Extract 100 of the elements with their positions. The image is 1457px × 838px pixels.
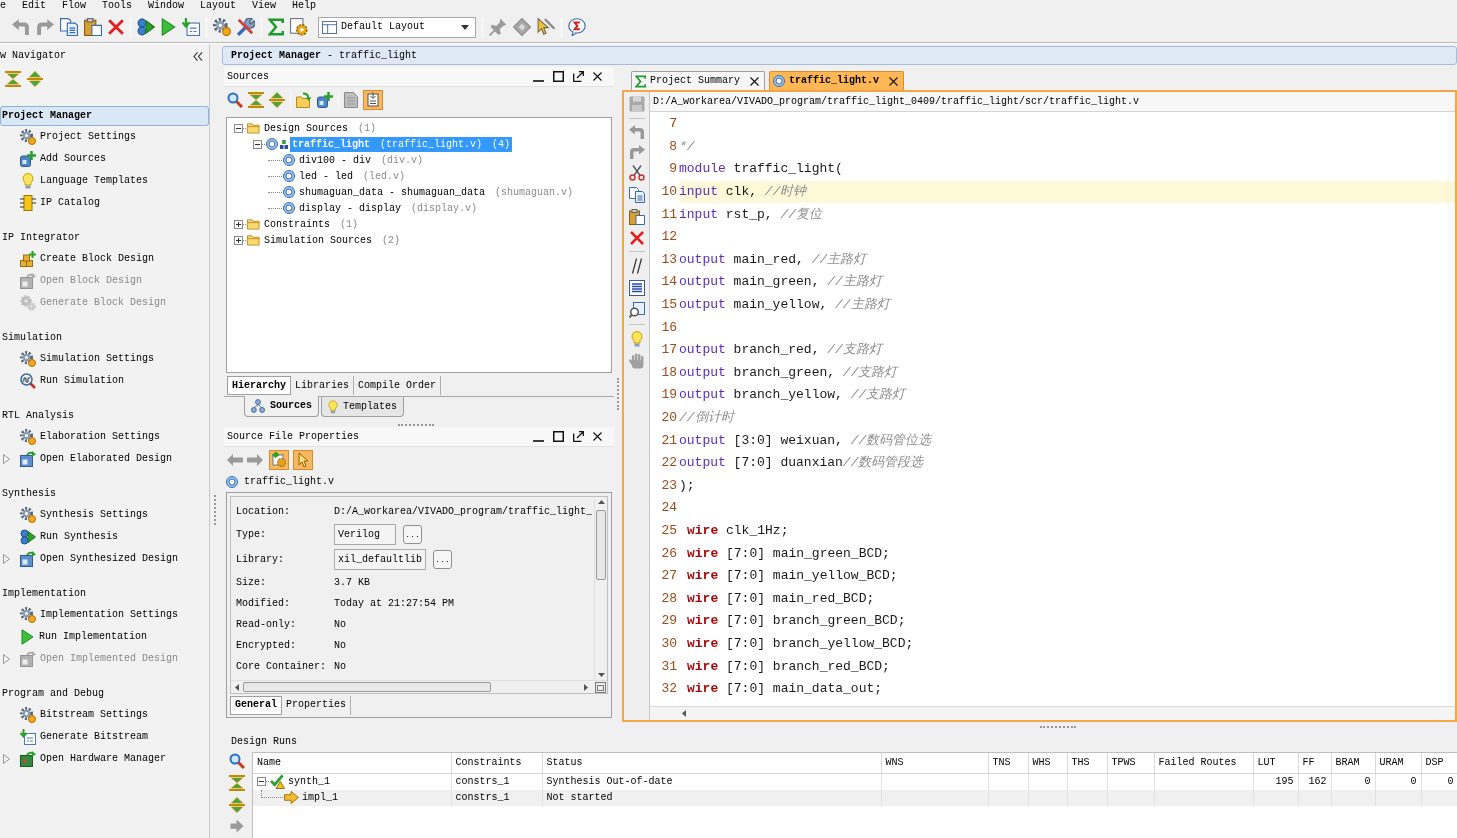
- arrow-right-icon[interactable]: [584, 683, 588, 691]
- nav-item[interactable]: Open Synthesized Design: [40, 553, 179, 565]
- scrollbar[interactable]: [594, 497, 607, 680]
- plus-box-icon[interactable]: [234, 219, 243, 229]
- section-header[interactable]: Project Manager: [0, 106, 209, 126]
- copy-icon[interactable]: [628, 187, 645, 203]
- browse-button[interactable]: ...: [403, 525, 422, 544]
- column-header[interactable]: TNS: [988, 753, 1028, 773]
- browse-button[interactable]: ...: [433, 550, 452, 569]
- resize-corner-icon[interactable]: [595, 681, 606, 693]
- scrollbar[interactable]: [650, 706, 1455, 720]
- column-header[interactable]: BRAM: [1331, 753, 1375, 773]
- add-file-icon[interactable]: [317, 92, 333, 108]
- collapse-all-icon[interactable]: [248, 92, 264, 108]
- play-icon[interactable]: [161, 18, 176, 36]
- folder-arrow-icon[interactable]: [296, 92, 312, 108]
- nav-item[interactable]: Add Sources: [40, 153, 106, 165]
- undo-icon[interactable]: [12, 19, 30, 35]
- section-header[interactable]: RTL Analysis: [0, 406, 209, 426]
- menu-item[interactable]: Layout: [200, 0, 237, 11]
- menu-item[interactable]: Help: [292, 0, 317, 11]
- expand-arrow-icon[interactable]: [3, 554, 10, 564]
- gear-document-icon[interactable]: [290, 18, 308, 36]
- menu-item[interactable]: Tools: [102, 0, 133, 11]
- pointer-icon[interactable]: [293, 449, 313, 470]
- undo-icon[interactable]: [628, 125, 645, 139]
- column-header[interactable]: FF: [1298, 753, 1331, 773]
- comment-slashes-icon[interactable]: [631, 258, 642, 274]
- redo-icon[interactable]: [36, 19, 54, 35]
- plus-box-icon[interactable]: [234, 235, 243, 245]
- paste-icon[interactable]: [628, 209, 645, 225]
- tools-icon[interactable]: [237, 18, 255, 36]
- tree-item[interactable]: display - display (display.v): [297, 200, 480, 216]
- sigma-icon[interactable]: [268, 18, 284, 36]
- scrollbar-thumb[interactable]: [243, 682, 491, 692]
- nav-item[interactable]: Project Settings: [40, 131, 136, 143]
- section-header[interactable]: Synthesis: [0, 484, 209, 504]
- column-header[interactable]: Constraints: [451, 753, 542, 773]
- column-header[interactable]: LUT: [1253, 753, 1298, 773]
- pointer-icon[interactable]: [537, 18, 555, 36]
- scrollbar-thumb[interactable]: [596, 510, 606, 580]
- minus-box-icon[interactable]: [234, 123, 243, 133]
- expand-all-icon[interactable]: [27, 71, 43, 87]
- nav-item[interactable]: Run Synthesis: [40, 531, 118, 543]
- tab[interactable]: Hierarchy: [227, 376, 291, 395]
- close-icon[interactable]: [593, 72, 602, 81]
- collapse-all-icon[interactable]: [5, 71, 21, 87]
- input-field[interactable]: xil_defaultlib: [334, 549, 426, 570]
- resize-handle[interactable]: [214, 495, 216, 525]
- nav-item[interactable]: Implementation Settings: [40, 609, 179, 621]
- document-icon[interactable]: [344, 92, 358, 108]
- run-name[interactable]: synth_1: [288, 775, 330, 788]
- minus-box-icon[interactable]: [257, 777, 266, 786]
- diamond-icon[interactable]: [513, 18, 531, 36]
- resize-handle[interactable]: [398, 423, 434, 426]
- maximize-icon[interactable]: [553, 71, 564, 82]
- close-icon[interactable]: [889, 76, 899, 86]
- arrow-down-icon[interactable]: [597, 673, 605, 677]
- nav-item[interactable]: Generate Bitstream: [40, 731, 149, 743]
- cut-icon[interactable]: [628, 165, 645, 181]
- collapse-all-icon[interactable]: [229, 775, 245, 791]
- delete-icon[interactable]: [629, 231, 644, 245]
- resize-handle[interactable]: [1040, 726, 1076, 728]
- column-header[interactable]: WHS: [1028, 753, 1067, 773]
- menu-item[interactable]: e: [0, 0, 6, 11]
- minus-box-icon[interactable]: [253, 139, 262, 149]
- column-header[interactable]: Failed Routes: [1154, 753, 1253, 773]
- tab[interactable]: Project Summary: [631, 71, 765, 90]
- column-header[interactable]: THS: [1067, 753, 1107, 773]
- menu-item[interactable]: Flow: [62, 0, 87, 11]
- forward-arrow-icon[interactable]: [247, 453, 263, 466]
- tab[interactable]: Properties: [282, 695, 352, 715]
- tree-item[interactable]: Simulation Sources (2): [262, 232, 403, 248]
- column-header[interactable]: TPWS: [1107, 753, 1154, 773]
- resize-handle[interactable]: [617, 378, 619, 410]
- nav-item[interactable]: Simulation Settings: [40, 353, 155, 365]
- close-icon[interactable]: [593, 432, 602, 441]
- tab[interactable]: Compile Order: [354, 376, 442, 395]
- run-icon[interactable]: [137, 18, 155, 36]
- tree-item[interactable]: div100 - div (div.v): [297, 152, 426, 168]
- tab[interactable]: traffic_light.v: [769, 71, 905, 90]
- nav-item[interactable]: Language Templates: [40, 175, 149, 187]
- menu-item[interactable]: Edit: [22, 0, 47, 11]
- arrow-left-icon[interactable]: [682, 710, 686, 717]
- column-header[interactable]: Status: [542, 753, 881, 773]
- collapse-panel-icon[interactable]: [193, 51, 203, 61]
- expand-arrow-icon[interactable]: [3, 454, 10, 464]
- run-name[interactable]: impl_1: [302, 791, 338, 804]
- paste-icon[interactable]: [84, 18, 102, 36]
- layout-dropdown[interactable]: Default Layout: [318, 16, 476, 38]
- pop-out-icon[interactable]: [573, 71, 584, 82]
- redo-icon[interactable]: [628, 145, 645, 159]
- nav-item[interactable]: Bitstream Settings: [40, 709, 149, 721]
- nav-item[interactable]: Run Simulation: [40, 375, 124, 387]
- tab[interactable]: General: [230, 695, 282, 715]
- tree-item[interactable]: Design Sources (1): [262, 120, 379, 136]
- scrollbar[interactable]: [231, 680, 607, 693]
- nav-item[interactable]: Elaboration Settings: [40, 431, 161, 443]
- nav-item[interactable]: Create Block Design: [40, 253, 155, 265]
- column-header[interactable]: DSP: [1421, 753, 1457, 773]
